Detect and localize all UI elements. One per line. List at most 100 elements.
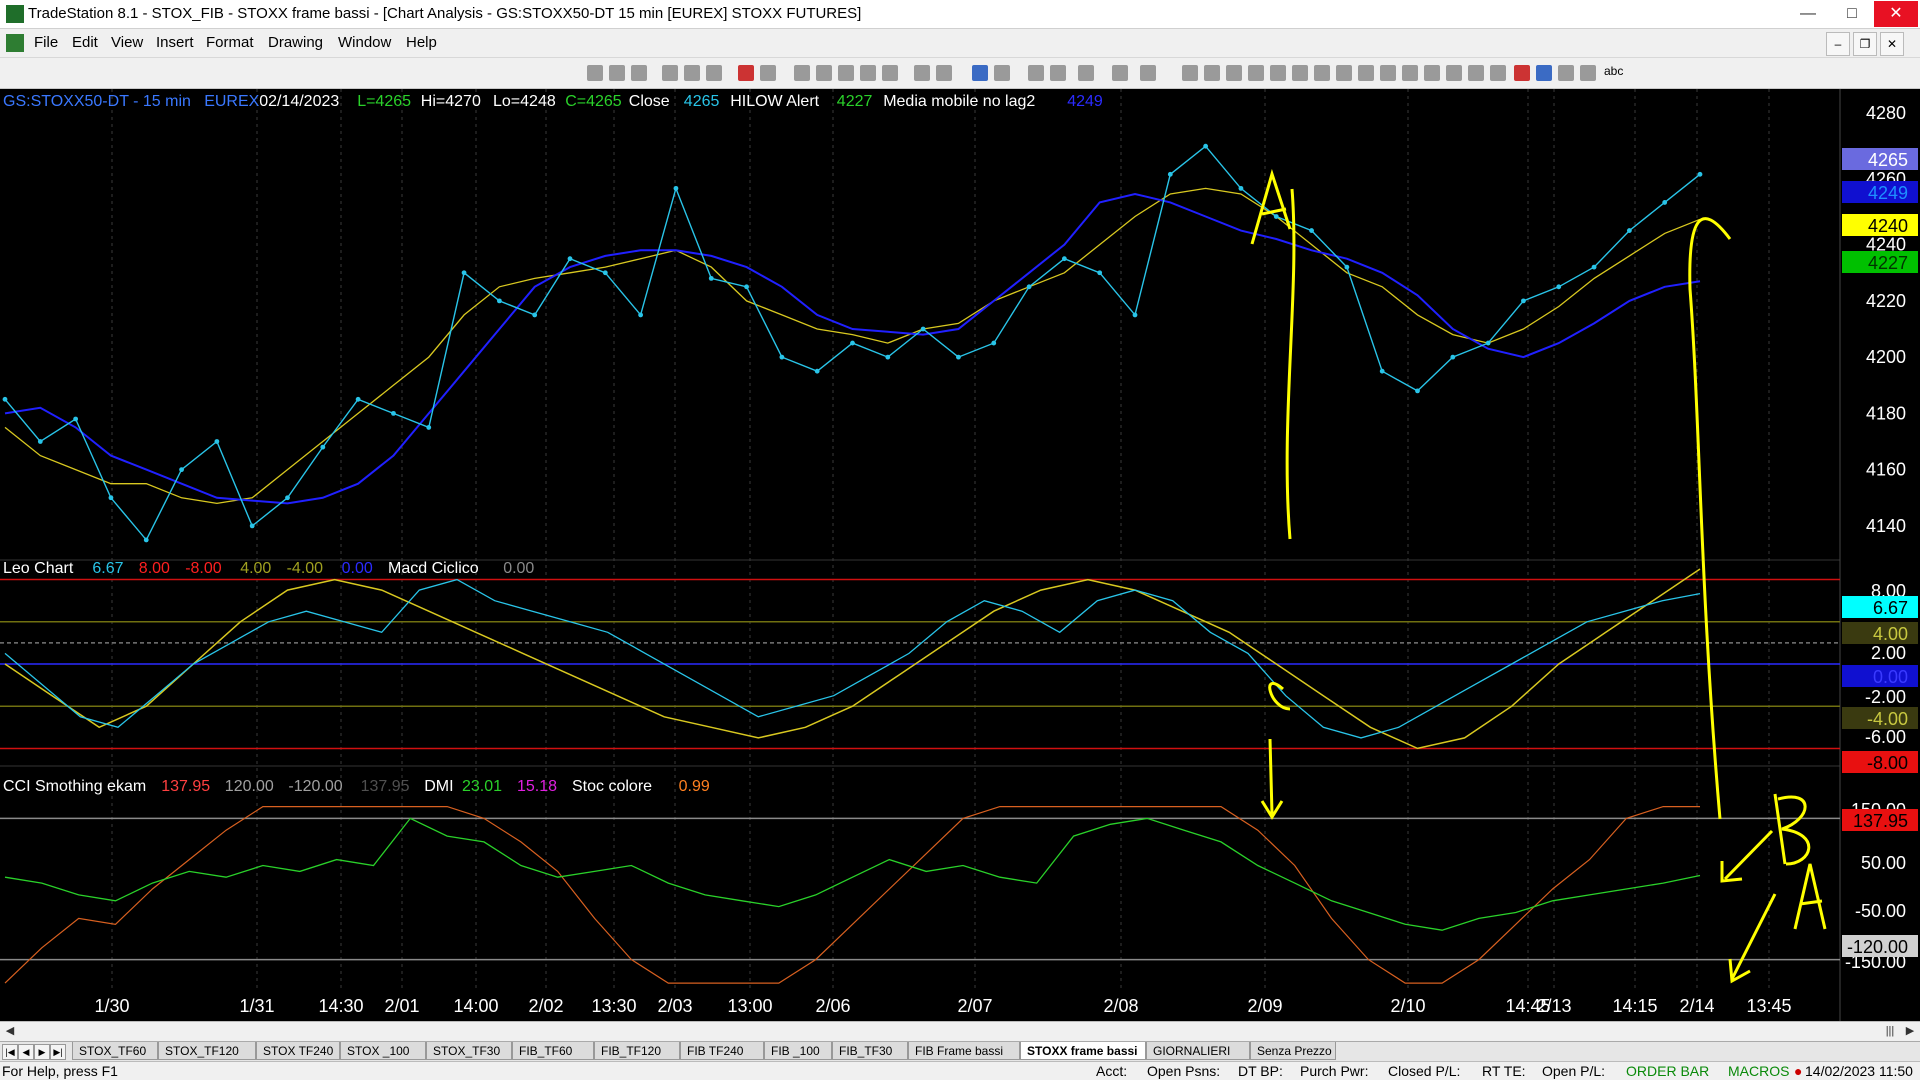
rectangle-icon[interactable]	[1580, 65, 1596, 81]
workspace-tab[interactable]: FIB _100	[764, 1042, 832, 1060]
chart-style-icon[interactable]	[738, 65, 754, 81]
speed-lines-icon[interactable]	[1380, 65, 1396, 81]
annotation-curve-right	[1688, 217, 1732, 820]
scroll-right-arrow-icon[interactable]: ▶	[1902, 1023, 1918, 1039]
menu-window[interactable]: Window	[338, 34, 391, 51]
pencil-icon[interactable]	[1446, 65, 1462, 81]
arc-icon[interactable]	[1358, 65, 1374, 81]
workspace-tab[interactable]: FIB_TF120	[594, 1042, 680, 1060]
text-tool[interactable]: abc	[1604, 64, 1623, 78]
fibonacci-icon[interactable]	[1314, 65, 1330, 81]
menu-edit[interactable]: Edit	[72, 34, 98, 51]
bar-spacing-icon[interactable]	[914, 65, 930, 81]
time-axis-label: 2/06	[815, 996, 850, 1016]
minimize-button[interactable]: —	[1786, 1, 1830, 27]
pointer-icon[interactable]	[1028, 65, 1044, 81]
time-axis-label: 13:00	[727, 996, 772, 1016]
time-axis-label: 2/13	[1536, 996, 1571, 1016]
insert-study-icon[interactable]	[662, 65, 678, 81]
zoom-in-icon[interactable]	[972, 65, 988, 81]
bar-type-icon[interactable]	[838, 65, 854, 81]
fib-time-icon[interactable]	[1424, 65, 1440, 81]
time-axis-label: 1/31	[239, 996, 274, 1016]
chart-document-icon[interactable]	[6, 34, 24, 52]
close-button[interactable]: ✕	[1874, 1, 1918, 27]
format-indicator-icon[interactable]	[631, 65, 647, 81]
zoom-out-icon[interactable]	[994, 65, 1010, 81]
vertical-lines-icon[interactable]	[1204, 65, 1220, 81]
scroll-left-icon[interactable]: ◀	[2, 1023, 18, 1039]
scroll-thumb-icon[interactable]: |||	[1882, 1023, 1898, 1039]
child-minimize-button[interactable]: –	[1826, 32, 1850, 56]
tab-next-icon[interactable]: ▶	[34, 1044, 50, 1060]
cci-header-item: -120.00	[288, 778, 342, 795]
workspace-tab[interactable]: FIB Frame bassi	[908, 1042, 1020, 1060]
child-restore-button[interactable]: ❐	[1853, 32, 1877, 56]
format-window-icon[interactable]	[587, 65, 603, 81]
refresh-icon[interactable]	[706, 65, 722, 81]
price-axis-label: 4140	[1866, 516, 1906, 536]
macd-ciclico-series-line	[4, 568, 1701, 750]
scroll-right-icon[interactable]	[936, 65, 952, 81]
time-axis-label: 2/10	[1390, 996, 1425, 1016]
time-cycle-icon[interactable]	[1402, 65, 1418, 81]
format-symbol-icon[interactable]	[609, 65, 625, 81]
cci-header-item: 0.99	[679, 778, 710, 795]
workspace-tab[interactable]: Senza Prezzo	[1250, 1042, 1336, 1060]
data-window-icon[interactable]	[794, 65, 810, 81]
child-close-button[interactable]: ✕	[1880, 32, 1904, 56]
workspace-tab[interactable]: STOX _100	[340, 1042, 426, 1060]
arrow-down-icon[interactable]	[1514, 65, 1530, 81]
tab-first-icon[interactable]: |◀	[2, 1044, 18, 1060]
channel-icon[interactable]	[1248, 65, 1264, 81]
status-macros[interactable]: MACROS	[1728, 1063, 1789, 1079]
gann-fan-icon[interactable]	[1270, 65, 1286, 81]
workspace-tab[interactable]: FIB_TF60	[512, 1042, 594, 1060]
link-icon[interactable]	[1140, 65, 1156, 81]
chart-canvas[interactable]: GS:STOXX50-DT - 15 min EUREX 02/14/2023 L=4…	[0, 89, 1920, 1021]
regression-icon[interactable]	[1336, 65, 1352, 81]
insert-strategy-icon[interactable]	[684, 65, 700, 81]
price-header-item: HILOW Alert	[730, 93, 819, 110]
workspace-tab[interactable]: STOX_TF60	[72, 1042, 158, 1060]
macd-axis-label: -6.00	[1865, 727, 1906, 747]
freehand-icon[interactable]	[1490, 65, 1506, 81]
bar-chart-icon[interactable]	[760, 65, 776, 81]
menu-file[interactable]: File	[34, 34, 58, 51]
andrews-pitchfork-icon[interactable]	[1292, 65, 1308, 81]
workspace-tab[interactable]: GIORNALIERI	[1146, 1042, 1250, 1060]
workspace-tab[interactable]: FIB TF240	[680, 1042, 764, 1060]
candle-icon[interactable]	[860, 65, 876, 81]
price-header-item: Lo=4248	[493, 93, 556, 110]
title-bar: TradeStation 8.1 - STOX_FIB - STOXX fram…	[0, 0, 1920, 29]
workspace-tab[interactable]: FIB_TF30	[832, 1042, 908, 1060]
menu-insert[interactable]: Insert	[156, 34, 194, 51]
print-icon[interactable]	[816, 65, 832, 81]
line-on-close-icon[interactable]	[882, 65, 898, 81]
chart-horizontal-scrollbar[interactable]: ◀ ||| ▶	[0, 1021, 1920, 1041]
menu-format[interactable]: Format	[206, 34, 254, 51]
horizontal-lines-icon[interactable]	[1226, 65, 1242, 81]
menu-help[interactable]: Help	[406, 34, 437, 51]
ellipse-icon[interactable]	[1558, 65, 1574, 81]
workspace-tab[interactable]: STOX_TF30	[426, 1042, 512, 1060]
tab-prev-icon[interactable]: ◀	[18, 1044, 34, 1060]
order-icon[interactable]	[1112, 65, 1128, 81]
trendline-icon[interactable]	[1182, 65, 1198, 81]
menu-drawing[interactable]: Drawing	[268, 34, 323, 51]
menu-view[interactable]: View	[111, 34, 143, 51]
workspace-tab[interactable]: STOXX frame bassi	[1020, 1042, 1146, 1060]
status-order-bar[interactable]: ORDER BAR	[1626, 1063, 1709, 1079]
arrow-up-icon[interactable]	[1536, 65, 1552, 81]
price-axis-label: 4180	[1866, 403, 1906, 423]
crosshair-icon[interactable]	[1050, 65, 1066, 81]
workspace-tab[interactable]: STOX TF240	[256, 1042, 340, 1060]
cycle-lines-icon[interactable]	[1468, 65, 1484, 81]
tab-last-icon[interactable]: ▶|	[50, 1044, 66, 1060]
macd-header-item: 0.00	[503, 560, 534, 577]
chart-analysis-window[interactable]: GS:STOXX50-DT - 15 min EUREX 02/14/2023 L=4…	[0, 89, 1920, 1021]
tools-icon[interactable]	[1078, 65, 1094, 81]
maximize-button[interactable]: □	[1830, 1, 1874, 27]
workspace-tab[interactable]: STOX_TF120	[158, 1042, 256, 1060]
time-axis-label: 2/01	[384, 996, 419, 1016]
